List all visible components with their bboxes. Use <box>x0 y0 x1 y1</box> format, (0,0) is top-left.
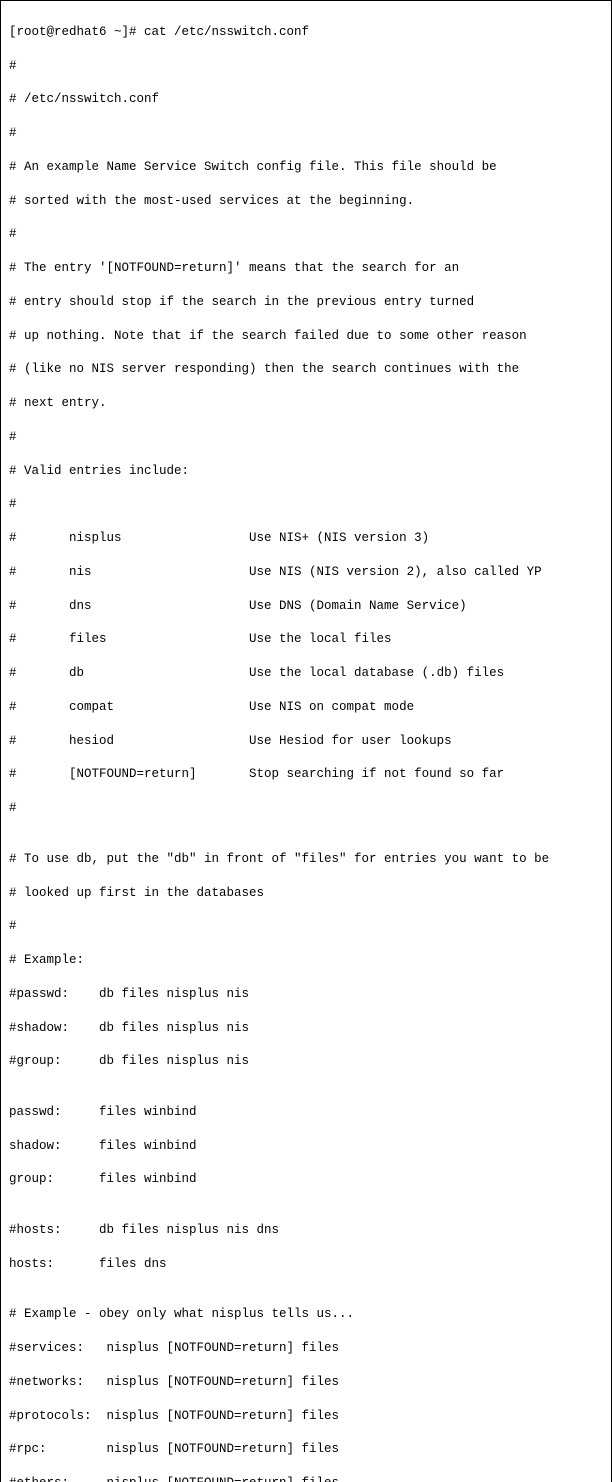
file-line: # <box>9 226 603 243</box>
file-line: # (like no NIS server responding) then t… <box>9 361 603 378</box>
file-line: # <box>9 58 603 75</box>
file-line: # The entry '[NOTFOUND=return]' means th… <box>9 260 603 277</box>
file-line: # nisplus Use NIS+ (NIS version 3) <box>9 530 603 547</box>
file-line: shadow: files winbind <box>9 1138 603 1155</box>
file-line: # <box>9 125 603 142</box>
file-line: # /etc/nsswitch.conf <box>9 91 603 108</box>
file-line: # entry should stop if the search in the… <box>9 294 603 311</box>
file-line: # <box>9 800 603 817</box>
file-line: hosts: files dns <box>9 1256 603 1273</box>
file-line: # To use db, put the "db" in front of "f… <box>9 851 603 868</box>
file-line: # looked up first in the databases <box>9 885 603 902</box>
file-line: #ethers: nisplus [NOTFOUND=return] files <box>9 1475 603 1482</box>
file-line: # Example: <box>9 952 603 969</box>
file-line: # up nothing. Note that if the search fa… <box>9 328 603 345</box>
file-line: #rpc: nisplus [NOTFOUND=return] files <box>9 1441 603 1458</box>
file-line: group: files winbind <box>9 1171 603 1188</box>
file-line: # [NOTFOUND=return] Stop searching if no… <box>9 766 603 783</box>
command-prompt: [root@redhat6 ~]# cat /etc/nsswitch.conf <box>9 24 603 41</box>
file-line: #shadow: db files nisplus nis <box>9 1020 603 1037</box>
file-line: #services: nisplus [NOTFOUND=return] fil… <box>9 1340 603 1357</box>
file-line: # sorted with the most-used services at … <box>9 193 603 210</box>
file-line: #passwd: db files nisplus nis <box>9 986 603 1003</box>
file-line: # hesiod Use Hesiod for user lookups <box>9 733 603 750</box>
file-line: # Example - obey only what nisplus tells… <box>9 1306 603 1323</box>
file-line: #group: db files nisplus nis <box>9 1053 603 1070</box>
file-line: # dns Use DNS (Domain Name Service) <box>9 598 603 615</box>
file-line: # compat Use NIS on compat mode <box>9 699 603 716</box>
file-line: # <box>9 429 603 446</box>
file-line: # next entry. <box>9 395 603 412</box>
file-line: # nis Use NIS (NIS version 2), also call… <box>9 564 603 581</box>
file-line: passwd: files winbind <box>9 1104 603 1121</box>
file-line: #hosts: db files nisplus nis dns <box>9 1222 603 1239</box>
file-line: # files Use the local files <box>9 631 603 648</box>
terminal-output: [root@redhat6 ~]# cat /etc/nsswitch.conf… <box>9 7 603 1482</box>
file-line: # Valid entries include: <box>9 463 603 480</box>
file-line: # db Use the local database (.db) files <box>9 665 603 682</box>
file-line: #protocols: nisplus [NOTFOUND=return] fi… <box>9 1408 603 1425</box>
file-line: # <box>9 918 603 935</box>
file-line: # <box>9 496 603 513</box>
file-line: # An example Name Service Switch config … <box>9 159 603 176</box>
file-line: #networks: nisplus [NOTFOUND=return] fil… <box>9 1374 603 1391</box>
